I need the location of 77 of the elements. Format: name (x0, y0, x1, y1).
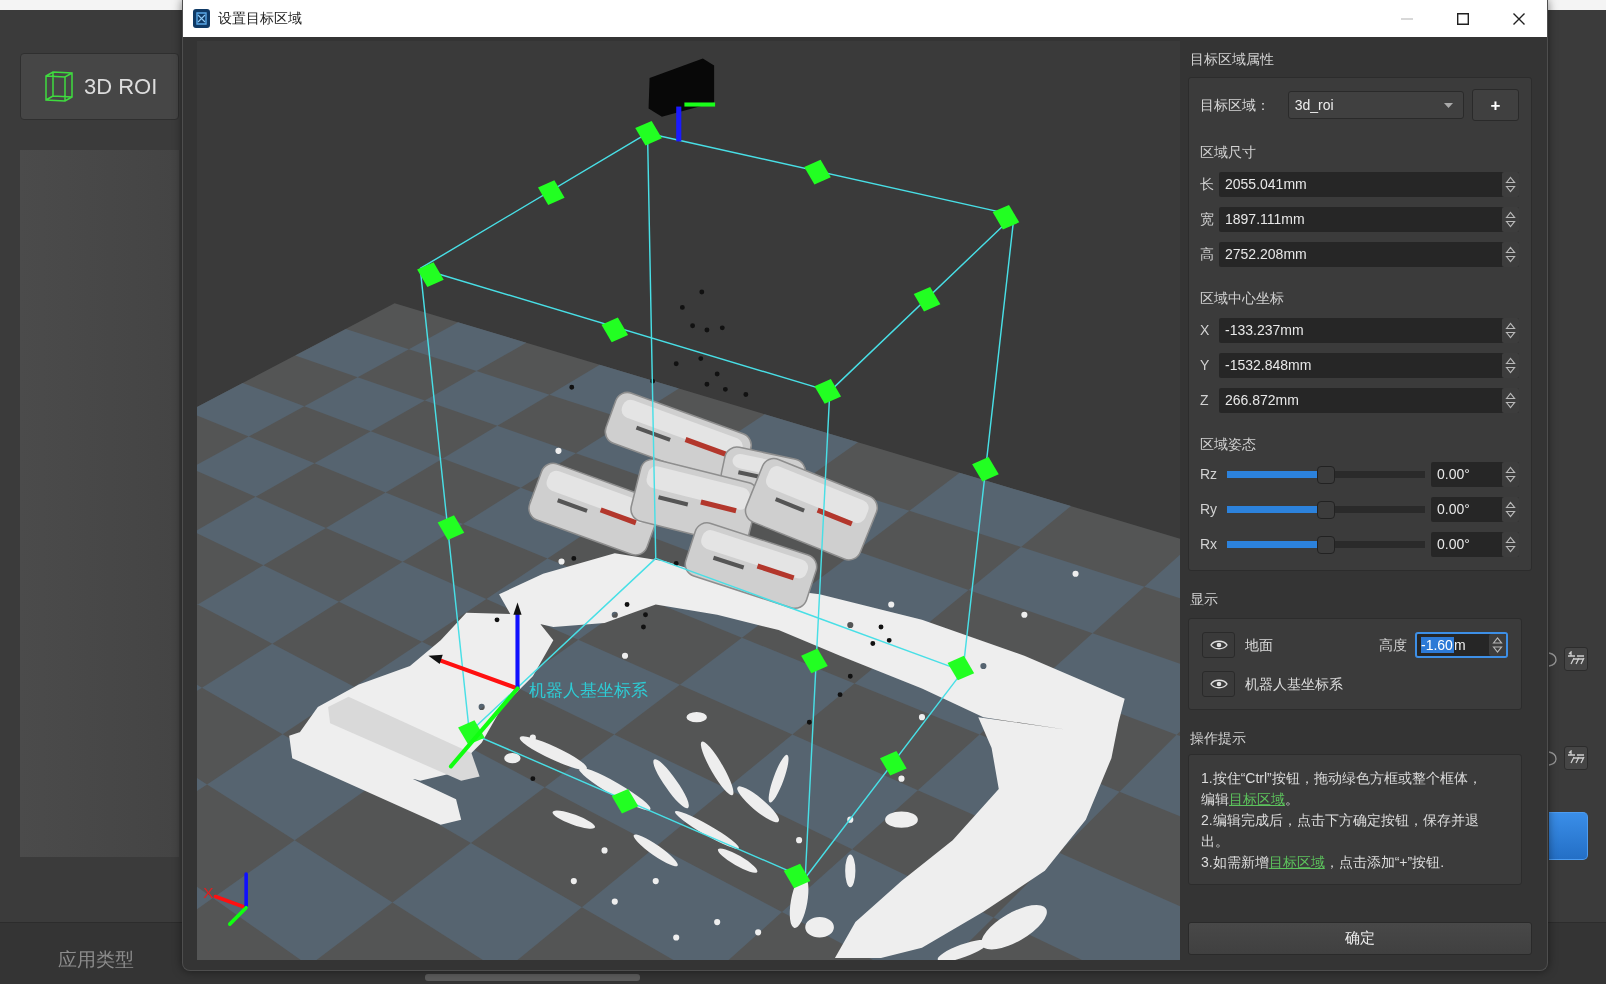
slider-thumb[interactable] (1317, 465, 1335, 484)
field-label: Y (1200, 356, 1210, 375)
caret-icon (1444, 102, 1454, 108)
tip-text: 1.按住“Ctrl”按钮，拖动绿色方框或整个框体，编辑 目标区域。 (1201, 769, 1483, 809)
drag-handle[interactable] (814, 379, 842, 404)
app-icon (193, 9, 210, 28)
field-label: Rz (1200, 465, 1218, 484)
drag-handle[interactable] (611, 788, 639, 814)
field-label: 宽 (1200, 210, 1214, 229)
cropped-icon (1549, 749, 1557, 767)
section-title: 显示 (1189, 590, 1218, 609)
section-title: 区域姿态 (1200, 435, 1256, 454)
roi-button[interactable]: 3D ROI (20, 53, 179, 120)
slashed-lines-icon (1567, 750, 1585, 766)
drag-handle[interactable] (458, 720, 485, 745)
slashed-lines-icon (1567, 651, 1585, 667)
tip-link[interactable]: 目标区域 (1268, 854, 1325, 870)
field-label: X (1200, 321, 1210, 340)
number-field[interactable]: -133.237mm (1219, 318, 1519, 343)
number-field[interactable]: 266.872mm (1219, 388, 1519, 413)
field-label: Ry (1200, 500, 1218, 519)
drag-handle[interactable] (783, 863, 811, 889)
drag-handle[interactable] (804, 159, 831, 185)
slider-thumb[interactable] (1317, 500, 1335, 519)
drag-handle[interactable] (992, 204, 1020, 230)
add-button[interactable]: + (1472, 89, 1519, 121)
tool-button[interactable] (1564, 647, 1588, 671)
axis-triad (213, 872, 248, 926)
drag-handle[interactable] (972, 456, 999, 482)
visibility-toggle[interactable] (1202, 671, 1235, 697)
angle-field[interactable]: 0.00° (1431, 462, 1519, 487)
angle-field[interactable]: 0.00° (1431, 497, 1519, 522)
layer-label: 机器人基坐标系 (1245, 674, 1343, 694)
slider-thumb[interactable] (1317, 535, 1335, 554)
drag-handle[interactable] (601, 317, 629, 343)
axes-label: 机器人基坐标系 (528, 679, 648, 700)
confirm-button[interactable]: 确定 (1188, 922, 1532, 955)
section-title: 区域尺寸 (1200, 143, 1256, 162)
number-field[interactable]: -1532.848mm (1219, 353, 1519, 378)
region-dropdown[interactable]: 3d_roi (1287, 91, 1465, 119)
eye-icon (1209, 639, 1228, 651)
field-label: 高 (1200, 245, 1214, 264)
dialog-title: 设置目标区域 (218, 9, 302, 28)
angle-field[interactable]: 0.00° (1431, 532, 1519, 557)
layer-label: 地面 (1245, 635, 1273, 655)
cropped-icon (1549, 650, 1557, 668)
height-field[interactable]: -1.60m (1415, 632, 1508, 658)
drag-handle[interactable] (913, 286, 941, 312)
number-field[interactable]: 2055.041mm (1219, 172, 1519, 197)
field-label: 高度 (1379, 635, 1407, 655)
field-label: 目标区域： (1200, 95, 1271, 115)
tip-link[interactable]: 目标区域 (1229, 791, 1285, 807)
cube-icon (44, 70, 74, 103)
drag-handle[interactable] (880, 751, 907, 776)
tip-text: 2.编辑完成后，点击下方确定按钮，保存并退出。 (1201, 811, 1480, 851)
drag-handle[interactable] (538, 180, 565, 205)
scrollbar[interactable] (425, 974, 640, 981)
section-title: 目标区域属性 (1189, 50, 1274, 69)
visibility-toggle[interactable] (1202, 632, 1235, 658)
tool-button[interactable] (1564, 746, 1588, 770)
section-title: 操作提示 (1189, 729, 1246, 748)
eye-icon (1209, 678, 1228, 690)
number-field[interactable]: 1897.111mm (1219, 207, 1519, 232)
drag-handle[interactable] (417, 262, 444, 287)
section-title: 区域中心坐标 (1200, 289, 1284, 308)
app-type-tab[interactable]: 应用类型 (58, 949, 134, 970)
drag-handle[interactable] (437, 515, 465, 540)
drag-handle[interactable] (947, 655, 975, 681)
tip-text: 3.如需新增目标区域，点击添加“+”按钮. (1201, 853, 1446, 872)
field-label: 长 (1200, 175, 1214, 194)
axis-label: X (203, 883, 214, 901)
field-label: Z (1200, 391, 1209, 410)
drag-handle[interactable] (801, 648, 828, 674)
drag-handle[interactable] (635, 120, 662, 146)
spinner-arrows-icon[interactable] (1489, 634, 1506, 656)
number-field[interactable]: 2752.208mm (1219, 242, 1519, 267)
field-label: Rx (1200, 535, 1218, 554)
